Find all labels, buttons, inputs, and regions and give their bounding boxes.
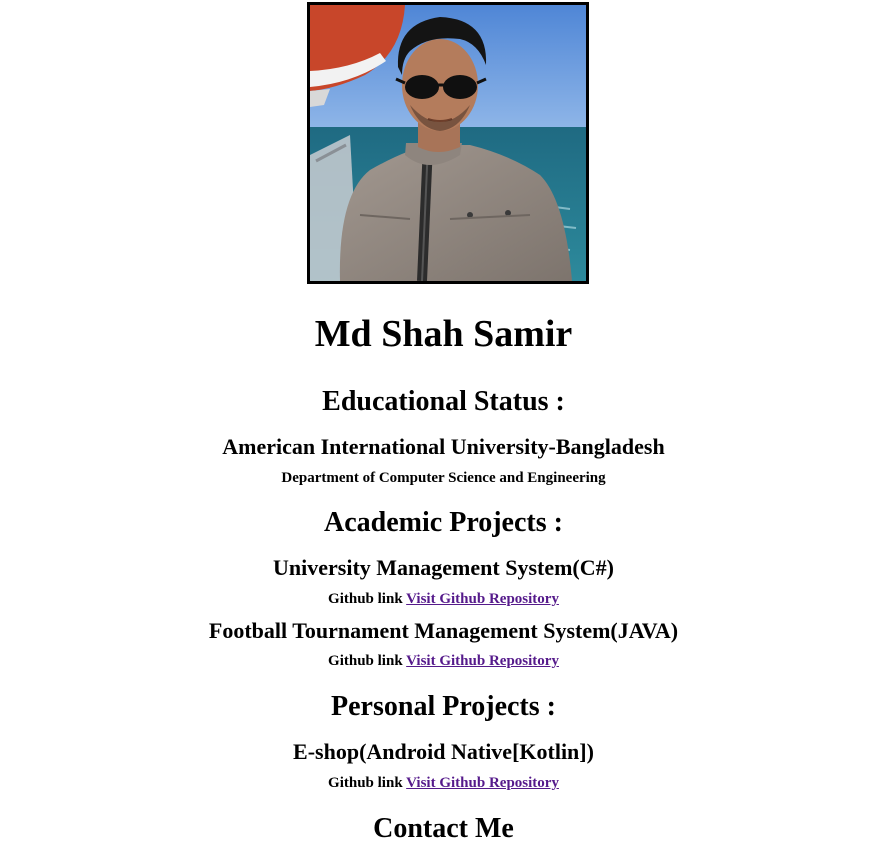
github-link-label: Github link xyxy=(328,591,403,607)
profile-name: Md Shah Samir xyxy=(314,313,573,355)
education-heading: Educational Status : xyxy=(322,386,565,417)
university-name: American International University-Bangla… xyxy=(222,434,665,459)
project-link-line: Github link Visit Github Repository xyxy=(0,651,887,671)
github-repo-link[interactable]: Visit Github Repository xyxy=(406,775,559,791)
portfolio-page: Md Shah Samir Educational Status : Ameri… xyxy=(0,0,887,863)
academic-projects-heading: Academic Projects : xyxy=(324,507,563,538)
profile-photo xyxy=(307,2,589,284)
contact-heading: Contact Me xyxy=(373,813,514,844)
project-link-line: Github link Visit Github Repository xyxy=(0,773,887,793)
github-repo-link[interactable]: Visit Github Repository xyxy=(406,653,559,669)
personal-project-title: E-shop(Android Native[Kotlin]) xyxy=(293,739,594,764)
project-link-line: Github link Visit Github Repository xyxy=(0,589,887,609)
github-repo-link[interactable]: Visit Github Repository xyxy=(406,591,559,607)
academic-project-title: University Management System(C#) xyxy=(273,555,614,580)
department-name: Department of Computer Science and Engin… xyxy=(281,470,606,486)
profile-photo-illustration xyxy=(310,5,586,281)
github-link-label: Github link xyxy=(328,653,403,669)
academic-project-title: Football Tournament Management System(JA… xyxy=(208,618,679,643)
github-link-label: Github link xyxy=(328,775,403,791)
personal-projects-heading: Personal Projects : xyxy=(331,691,556,722)
